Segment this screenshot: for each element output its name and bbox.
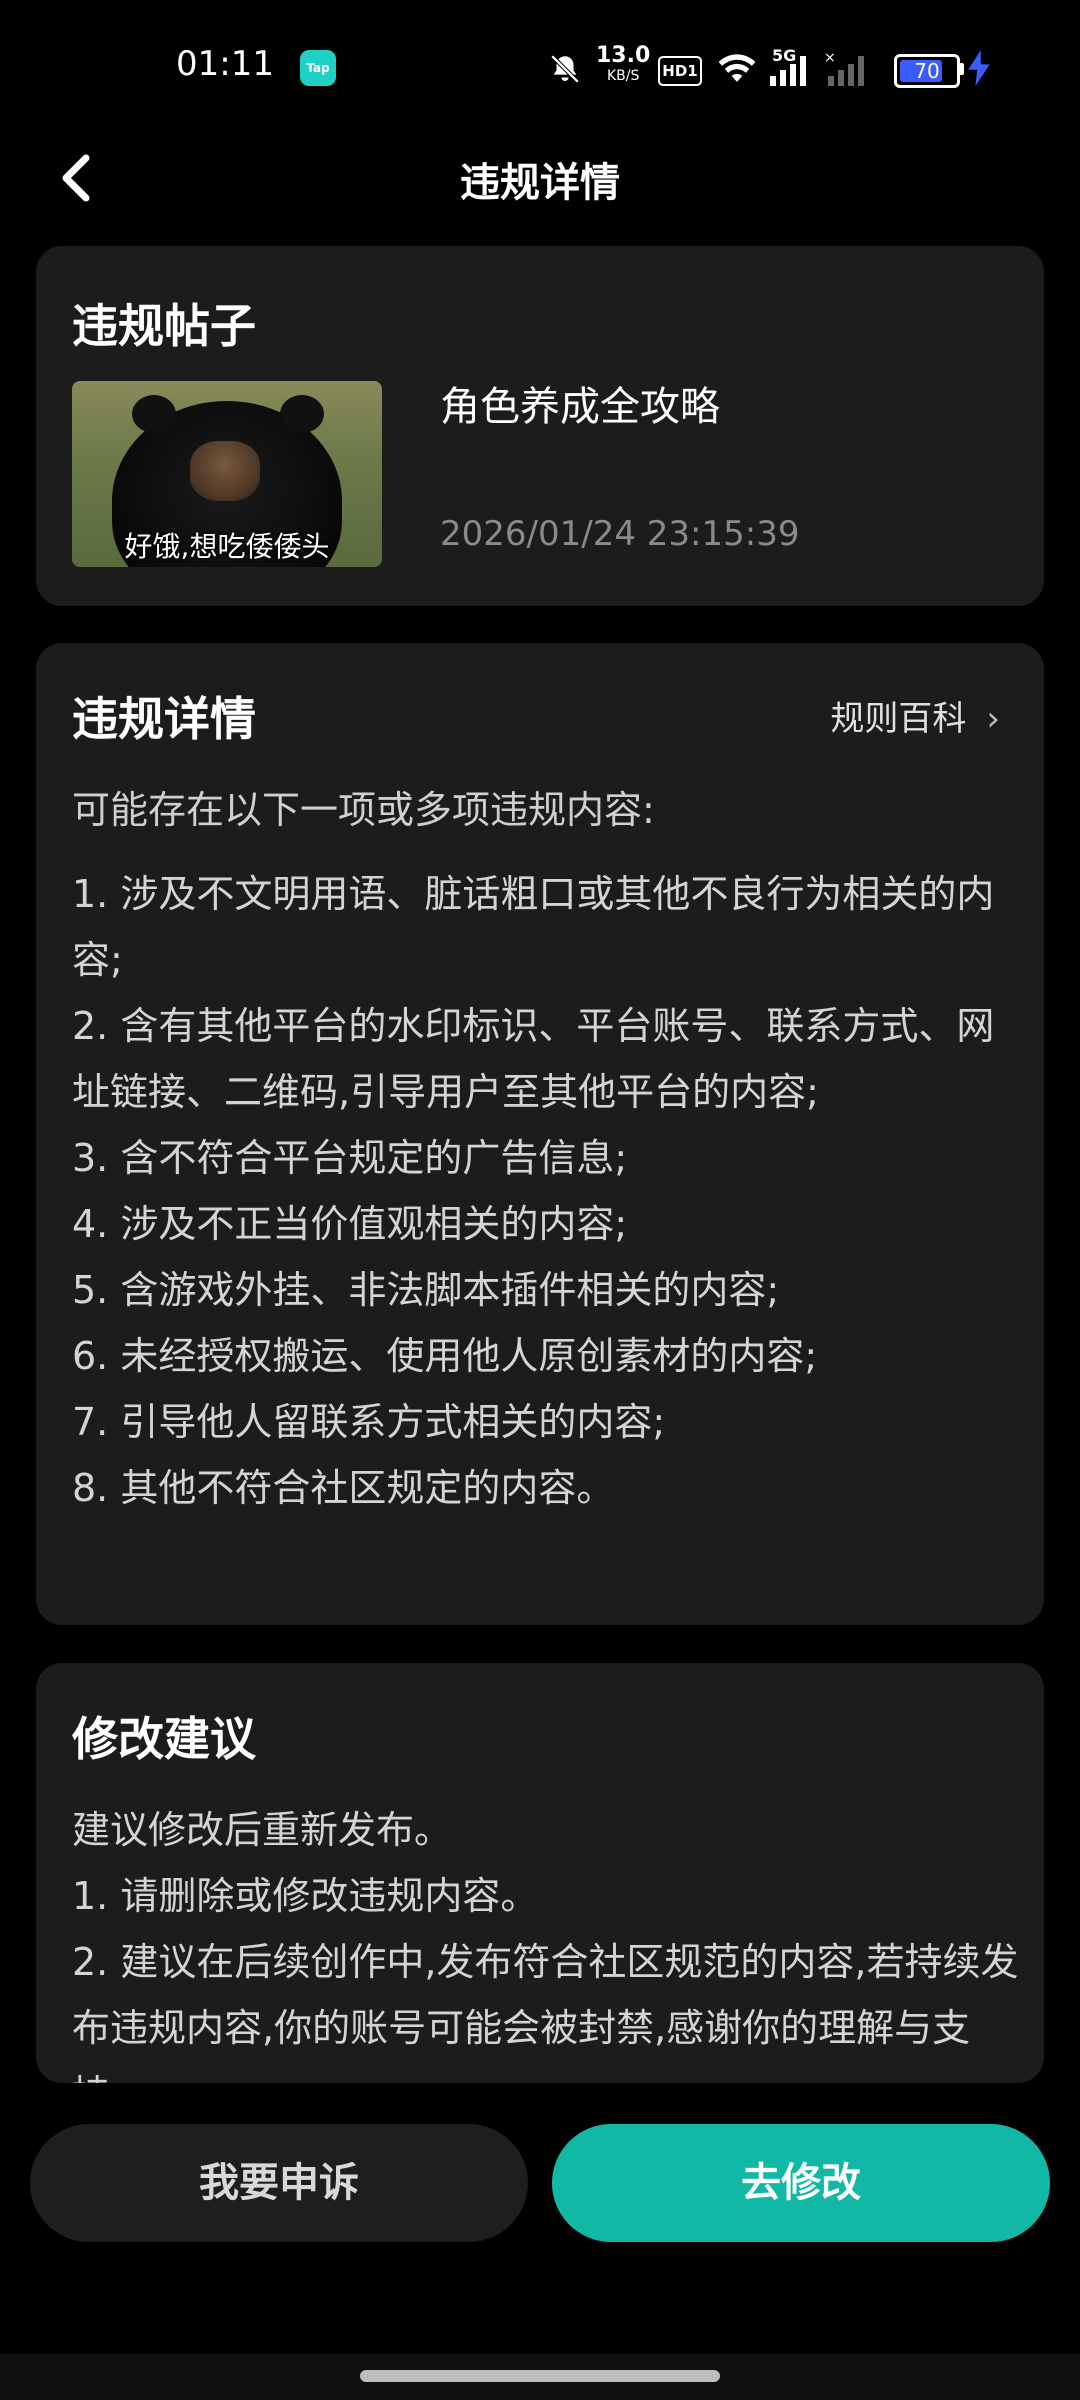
rule-item: 3. 含不符合平台规定的广告信息; [72, 1136, 628, 1180]
post-card-title: 违规帖子 [72, 299, 256, 353]
suggestion-line: 1. 请删除或修改违规内容。 [72, 1874, 539, 1918]
rule-item: 1. 涉及不文明用语、脏话粗口或其他不良行为相关的内容; [72, 872, 995, 982]
rule-item: 5. 含游戏外挂、非法脚本插件相关的内容; [72, 1268, 780, 1312]
hd-badge: HD1 [658, 56, 702, 86]
home-indicator[interactable] [360, 2370, 720, 2382]
suggestion-line: 建议修改后重新发布。 [72, 1808, 453, 1852]
charging-icon [968, 50, 990, 86]
rule-item: 6. 未经授权搬运、使用他人原创素材的内容; [72, 1334, 818, 1378]
edit-button[interactable]: 去修改 [552, 2124, 1050, 2242]
rule-item: 8. 其他不符合社区规定的内容。 [72, 1466, 615, 1510]
suggestion-card-title: 修改建议 [72, 1712, 256, 1766]
rules-list: 1. 涉及不文明用语、脏话粗口或其他不良行为相关的内容; 2. 含有其他平台的水… [72, 861, 1022, 1521]
post-thumbnail[interactable]: 好饿,想吃倭倭头 [72, 381, 382, 567]
chevron-right-icon: › [986, 699, 1000, 739]
details-intro: 可能存在以下一项或多项违规内容: [72, 788, 655, 832]
status-icons: 13.0 KB/S HD1 5G × 70 [548, 44, 1000, 88]
signal-icon [770, 56, 806, 86]
rule-item: 7. 引导他人留联系方式相关的内容; [72, 1400, 666, 1444]
gesture-nav-bar [0, 2354, 1080, 2400]
violating-post-card: 违规帖子 好饿,想吃倭倭头 角色养成全攻略 2026/01/24 23:15:3… [36, 246, 1044, 606]
violation-details-card: 违规详情 规则百科 › 可能存在以下一项或多项违规内容: 1. 涉及不文明用语、脏… [36, 643, 1044, 1625]
details-card-title: 违规详情 [72, 692, 256, 746]
post-timestamp: 2026/01/24 23:15:39 [440, 514, 800, 554]
net-speed: 13.0 KB/S [596, 43, 651, 85]
battery-indicator: 70 [894, 54, 960, 88]
post-title[interactable]: 角色养成全攻略 [440, 374, 720, 432]
thumbnail-caption: 好饿,想吃倭倭头 [124, 530, 330, 563]
svg-text:×: × [824, 50, 836, 66]
status-bar: 01:11 Tap 13.0 KB/S HD1 5G × 70 [0, 0, 1080, 130]
bell-off-icon [550, 54, 580, 84]
appeal-button[interactable]: 我要申诉 [30, 2124, 528, 2242]
rules-wiki-label: 规则百科 [830, 699, 967, 739]
rule-item: 4. 涉及不正当价值观相关的内容; [72, 1202, 628, 1246]
status-time: 01:11 [176, 44, 274, 84]
rule-item: 2. 含有其他平台的水印标识、平台账号、联系方式、网址链接、二维码,引导用户至其… [72, 1004, 995, 1114]
suggestion-list: 建议修改后重新发布。 1. 请删除或修改违规内容。 2. 建议在后续创作中,发布… [72, 1797, 1022, 2083]
page-title: 违规详情 [460, 160, 620, 206]
tap-app-icon: Tap [300, 50, 336, 86]
top-header: 违规详情 [0, 130, 1080, 226]
rules-wiki-link[interactable]: 规则百科 › [830, 691, 1000, 740]
suggestion-card: 修改建议 建议修改后重新发布。 1. 请删除或修改违规内容。 2. 建议在后续创… [36, 1663, 1044, 2083]
wifi-icon [718, 54, 756, 82]
suggestion-line: 2. 建议在后续创作中,发布符合社区规范的内容,若持续发布违规内容,你的账号可能… [72, 1940, 1019, 2083]
signal-icon-2: × [824, 50, 864, 86]
